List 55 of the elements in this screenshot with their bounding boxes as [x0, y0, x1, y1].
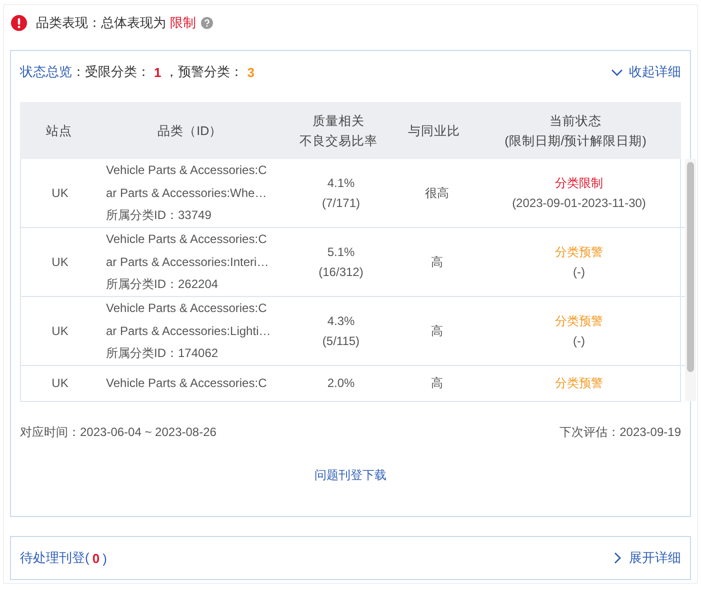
- help-icon[interactable]: [201, 17, 213, 29]
- status-dates: (-): [573, 264, 585, 281]
- category-name-line: Vehicle Parts & Accessories:C: [106, 231, 267, 248]
- site-cell: UK: [52, 324, 68, 338]
- category-name-line: Vehicle Parts & Accessories:C: [106, 374, 267, 392]
- column-header: 品类（ID）: [158, 124, 222, 138]
- status-label: 分类预警: [555, 244, 603, 261]
- defect-ratio: (5/115): [322, 333, 360, 350]
- peer-comparison: 很高: [425, 184, 449, 202]
- category-name-line: Vehicle Parts & Accessories:C: [106, 300, 267, 318]
- category-performance-label: 品类表现：总体表现为: [36, 14, 166, 32]
- expand-details-link[interactable]: 展开详细: [611, 549, 681, 567]
- peer-comparison: 高: [431, 322, 443, 340]
- overview-title: 状态总览: [20, 63, 72, 81]
- status-dates: (2023-09-01-2023-11-30): [512, 195, 646, 212]
- category-name-line: ar Parts & Accessories:Interi…: [106, 254, 269, 271]
- category-id: 所属分类ID：174062: [106, 345, 218, 362]
- status-label: 分类预警: [555, 313, 603, 330]
- restricted-label: ：受限分类：: [72, 63, 150, 81]
- collapse-details-link[interactable]: 收起详细: [611, 63, 681, 81]
- defect-rate: 4.1%: [327, 175, 355, 192]
- overall-status: 限制: [170, 14, 196, 32]
- defect-rate: 2.0%: [327, 375, 355, 392]
- defect-rate: 4.3%: [327, 313, 355, 330]
- status-dates: (-): [573, 333, 585, 350]
- pending-count: 0: [92, 550, 100, 566]
- category-id: 所属分类ID：262204: [106, 276, 218, 294]
- column-header: 当前状态 (限制日期/预计解限日期): [504, 114, 646, 148]
- site-cell: UK: [52, 255, 68, 269]
- defect-ratio: (16/312): [318, 264, 364, 281]
- category-name-line: Vehicle Parts & Accessories:C: [106, 162, 267, 180]
- category-name-line: ar Parts & Accessories:Lighti…: [106, 322, 271, 340]
- category-id: 所属分类ID：33749: [106, 207, 212, 224]
- alert-icon: [11, 15, 27, 31]
- restricted-count: 1: [154, 64, 162, 80]
- peer-comparison: 高: [431, 374, 443, 392]
- pending-label: 待处理刊登(: [20, 549, 90, 567]
- defect-rate: 5.1%: [327, 244, 355, 261]
- scrollbar[interactable]: [685, 159, 696, 401]
- status-label: 分类预警: [555, 375, 603, 392]
- warning-count: 3: [247, 64, 254, 80]
- status-label: 分类限制: [555, 175, 603, 192]
- period-text: 对应时间：2023-06-04 ~ 2023-08-26: [20, 424, 216, 441]
- site-cell: UK: [52, 376, 68, 390]
- column-header: 站点: [46, 124, 72, 138]
- warning-label: ，预警分类：: [165, 63, 244, 81]
- site-cell: UK: [52, 186, 68, 200]
- defect-ratio: (7/171): [322, 195, 360, 212]
- column-header: 与同业比: [408, 124, 460, 138]
- pending-close: ): [102, 550, 107, 566]
- next-review-text: 下次评估：2023-09-19: [560, 424, 681, 441]
- download-link[interactable]: 问题刊登下载: [314, 468, 386, 482]
- peer-comparison: 高: [431, 254, 443, 270]
- column-header: 质量相关 不良交易比率: [300, 114, 378, 148]
- category-name-line: ar Parts & Accessories:Whe…: [106, 184, 267, 202]
